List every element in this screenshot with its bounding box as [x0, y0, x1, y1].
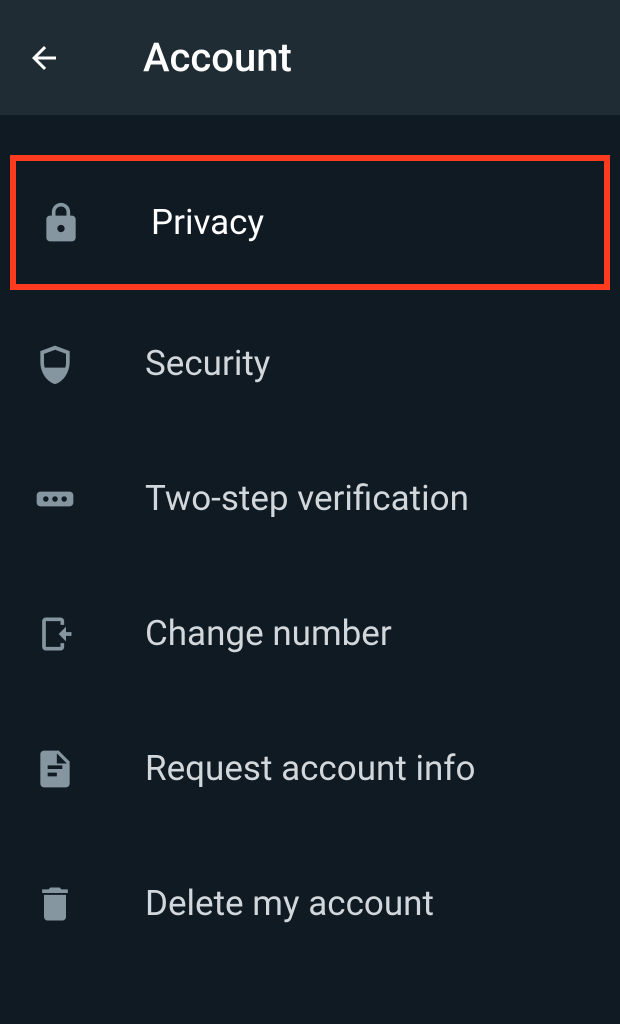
menu-item-label: Security: [145, 343, 270, 384]
shield-icon: [30, 339, 80, 389]
menu-item-label: Change number: [145, 613, 392, 654]
phone-arrow-icon: [30, 609, 80, 659]
trash-icon: [30, 879, 80, 929]
menu-item-privacy[interactable]: Privacy: [10, 155, 610, 290]
menu-item-label: Privacy: [151, 202, 264, 243]
back-button[interactable]: [20, 34, 68, 82]
menu-item-two-step[interactable]: Two-step verification: [0, 431, 620, 566]
menu-item-label: Request account info: [145, 748, 475, 789]
menu-item-change-number[interactable]: Change number: [0, 566, 620, 701]
document-icon: [30, 744, 80, 794]
menu-list: Privacy Security Two-step verification C…: [0, 115, 620, 1011]
dots-icon: [30, 474, 80, 524]
menu-item-delete-account[interactable]: Delete my account: [0, 836, 620, 971]
page-title: Account: [143, 34, 292, 81]
menu-item-label: Delete my account: [145, 883, 434, 924]
menu-item-label: Two-step verification: [145, 478, 469, 519]
arrow-back-icon: [26, 40, 62, 76]
lock-icon: [36, 198, 86, 248]
header: Account: [0, 0, 620, 115]
menu-item-request-info[interactable]: Request account info: [0, 701, 620, 836]
menu-item-security[interactable]: Security: [0, 296, 620, 431]
